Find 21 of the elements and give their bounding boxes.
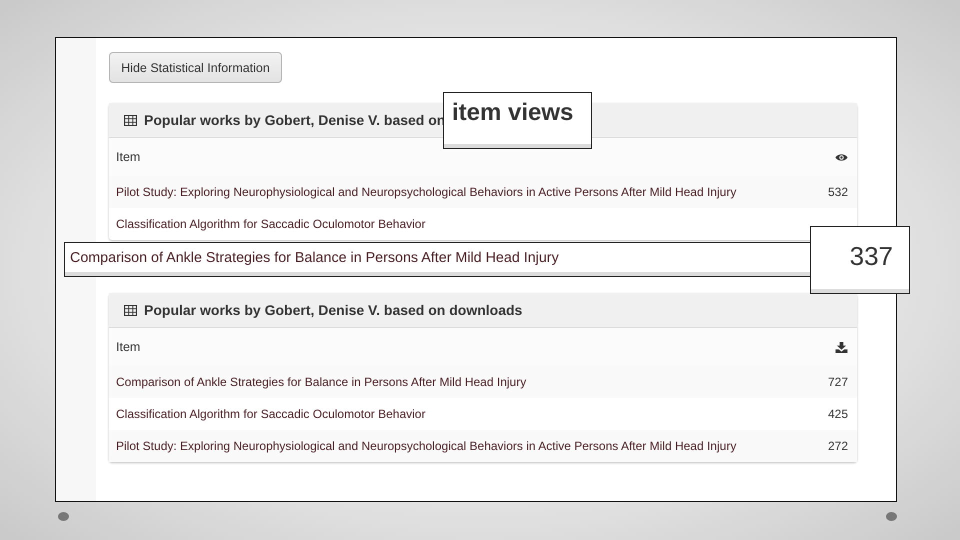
table-icon (124, 114, 137, 126)
count: 727 (828, 375, 848, 389)
item-title-link[interactable]: Pilot Study: Exploring Neurophysiological and Neuropsychological Behaviors in Active Persons After Mild Head Injury (116, 439, 736, 453)
column-header: Item (116, 150, 140, 164)
panel-title: Popular works by Gobert, Denise V. based on downloads (144, 302, 522, 318)
column-header: Item (116, 340, 140, 354)
item-title-link[interactable]: Pilot Study: Exploring Neurophysiological and Neuropsychological Behaviors in Active Persons After Mild Head Injury (116, 185, 736, 199)
count: 425 (828, 407, 848, 421)
item-title-link[interactable]: Classification Algorithm for Saccadic Oculomotor Behavior (116, 407, 426, 421)
download-icon (835, 342, 848, 352)
slide-dot (886, 512, 897, 521)
table-icon (124, 304, 137, 316)
eye-icon (835, 152, 848, 162)
count: 272 (828, 439, 848, 453)
item-title-link[interactable]: Comparison of Ankle Strategies for Balance in Persons After Mild Head Injury (116, 375, 526, 389)
magnified-callout: item views (443, 92, 592, 149)
slide-dot (58, 512, 69, 521)
hide-statistics-button[interactable]: Hide Statistical Information (109, 52, 282, 83)
item-title-link[interactable]: Classification Algorithm for Saccadic Oculomotor Behavior (116, 217, 426, 231)
magnified-callout: 337 (810, 226, 910, 294)
count: 532 (828, 185, 848, 199)
